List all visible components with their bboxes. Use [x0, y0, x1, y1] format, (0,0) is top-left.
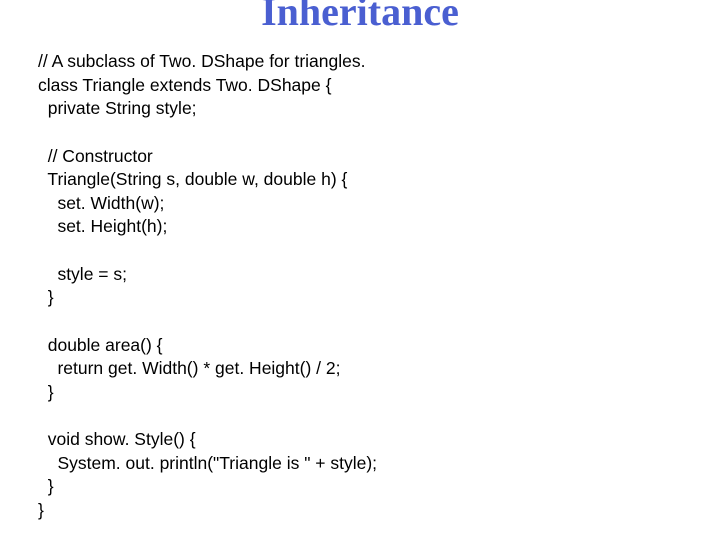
slide-title: Inheritance [0, 0, 720, 32]
code-block: // A subclass of Two. DShape for triangl… [0, 40, 720, 523]
slide: Inheritance // A subclass of Two. DShape… [0, 0, 720, 540]
